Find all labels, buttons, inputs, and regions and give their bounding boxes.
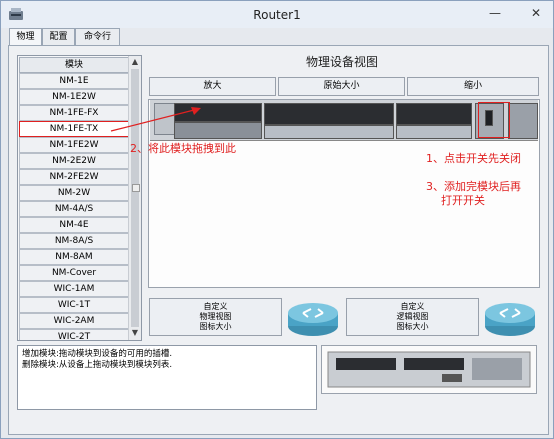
scroll-up-icon[interactable]: ▲ <box>129 56 141 68</box>
zoom-out-button[interactable]: 缩小 <box>407 77 539 96</box>
scroll-grip-icon <box>132 184 140 192</box>
router-window: Router1 — ✕ 物理 配置 命令行 模块 NM-1E NM-1E2W N… <box>0 0 554 439</box>
original-size-button[interactable]: 原始大小 <box>278 77 405 96</box>
drag-annotation: 2、将此模块拖拽到此 <box>130 142 236 155</box>
module-item[interactable]: WIC-2T <box>19 329 129 340</box>
power-switch-highlight <box>478 102 510 138</box>
custom-physical-icon-size-button[interactable]: 自定义 物理视图 图标大小 <box>149 298 282 336</box>
empty-slot[interactable] <box>264 103 394 125</box>
power-off-annotation: 1、点击开关先关闭 <box>426 152 521 165</box>
module-item[interactable]: NM-8A/S <box>19 233 129 249</box>
title-bar: Router1 — ✕ <box>1 1 553 28</box>
tab-config[interactable]: 配置 <box>42 28 75 45</box>
scroll-down-icon[interactable]: ▼ <box>129 327 141 339</box>
router-icon <box>485 303 535 336</box>
module-list-header[interactable]: 模块 <box>19 57 129 73</box>
tab-cli[interactable]: 命令行 <box>75 28 120 45</box>
description-line: 删除模块:从设备上拖动模块到模块列表. <box>22 360 173 370</box>
module-item[interactable]: NM-4A/S <box>19 201 129 217</box>
module-item[interactable]: NM-4E <box>19 217 129 233</box>
port-panel <box>264 125 394 139</box>
button-line: 自定义 <box>203 302 228 311</box>
description-box: 增加模块:拖动模块到设备的可用的插槽. 删除模块:从设备上拖动模块到模块列表. <box>17 345 317 410</box>
button-line: 物理视图 <box>199 312 232 321</box>
module-preview <box>321 345 537 394</box>
module-item[interactable]: WIC-2AM <box>19 313 129 329</box>
module-item[interactable]: NM-2E2W <box>19 153 129 169</box>
module-item[interactable]: NM-8AM <box>19 249 129 265</box>
module-item[interactable]: NM-1E <box>19 73 129 89</box>
module-preview-image <box>327 351 531 388</box>
zoom-in-button[interactable]: 放大 <box>149 77 276 96</box>
empty-slot[interactable] <box>396 103 472 125</box>
module-item[interactable]: NM-Cover <box>19 265 129 281</box>
button-line: 逻辑视图 <box>396 312 429 321</box>
power-on-annotation-line2: 打开开关 <box>441 194 485 207</box>
custom-logical-icon-size-button[interactable]: 自定义 逻辑视图 图标大小 <box>346 298 479 336</box>
close-icon[interactable]: ✕ <box>526 5 546 21</box>
physical-view-title: 物理设备视图 <box>305 55 378 69</box>
drag-arrow-icon <box>110 107 201 132</box>
module-item[interactable]: NM-2W <box>19 185 129 201</box>
tab-physical[interactable]: 物理 <box>9 28 42 46</box>
module-item[interactable]: WIC-1T <box>19 297 129 313</box>
description-line: 增加模块:拖动模块到设备的可用的插槽. <box>22 349 173 359</box>
window-title: Router1 <box>253 8 301 22</box>
router-icon <box>288 303 338 336</box>
minimize-icon[interactable]: — <box>485 5 505 21</box>
button-line: 自定义 <box>400 302 425 311</box>
power-supply <box>508 103 538 139</box>
port-panel <box>396 125 472 139</box>
button-line: 图标大小 <box>199 322 232 331</box>
module-item[interactable]: NM-2FE2W <box>19 169 129 185</box>
button-line: 图标大小 <box>396 322 429 331</box>
module-item[interactable]: WIC-1AM <box>19 281 129 297</box>
